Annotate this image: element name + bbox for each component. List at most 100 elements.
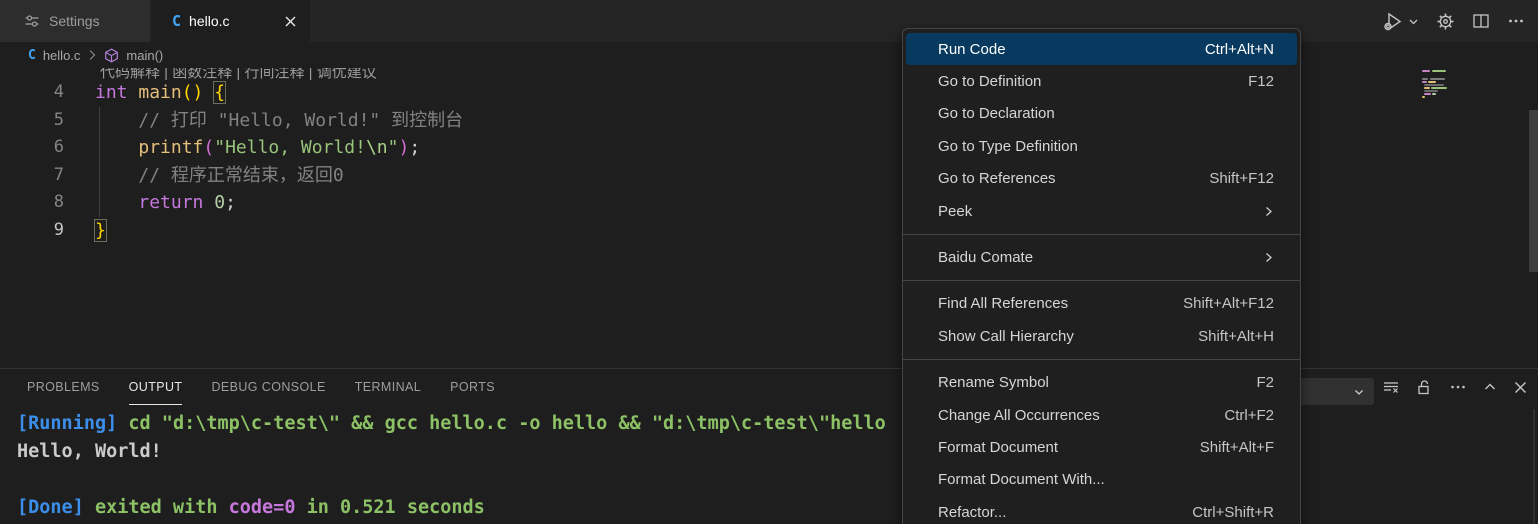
menu-item-label: Go to References [938, 170, 1056, 187]
output-console: [Running] cd "d:\tmp\c-test\" && gcc hel… [17, 410, 886, 522]
menu-item-find-all-references[interactable]: Find All References Shift+Alt+F12 [906, 288, 1297, 320]
vscode-window: Settings C hello.c [0, 0, 1538, 524]
unlock-icon[interactable] [1416, 379, 1433, 396]
panel-tab-problems[interactable]: PROBLEMS [27, 369, 100, 405]
menu-item-format-document-with[interactable]: Format Document With... [906, 464, 1297, 496]
output-line: Hello, World! [17, 438, 886, 466]
menu-item-shortcut: F12 [1248, 73, 1274, 90]
bottom-panel: PROBLEMS OUTPUT DEBUG CONSOLE TERMINAL PORTS [0, 368, 1538, 524]
menu-item-label: Run Code [938, 41, 1006, 58]
c-file-icon: C [28, 48, 36, 63]
editor-context-menu: Run CodeCtrl+Alt+NGo to DefinitionF12Go … [902, 28, 1301, 524]
more-actions-icon[interactable] [1449, 378, 1467, 396]
panel-scrollbar[interactable] [1533, 409, 1535, 524]
editor-action-bar [1382, 0, 1538, 42]
menu-item-shortcut: Shift+Alt+F [1200, 439, 1274, 456]
menu-item-label: Go to Type Definition [938, 138, 1078, 155]
output-line: [Done] exited with code=0 in 0.521 secon… [17, 494, 886, 522]
tune-icon [24, 13, 40, 29]
menu-item-go-to-declaration[interactable]: Go to Declaration [906, 98, 1297, 130]
menu-item-label: Baidu Comate [938, 249, 1033, 266]
menu-item-go-to-type-definition[interactable]: Go to Type Definition [906, 130, 1297, 162]
editor-scrollbar[interactable] [1529, 110, 1538, 272]
breadcrumb-file[interactable]: hello.c [43, 48, 81, 63]
menu-item-label: Refactor... [938, 504, 1006, 521]
line-number: 5 [0, 107, 64, 135]
menu-item-shortcut: Ctrl+Alt+N [1205, 41, 1274, 58]
chevron-right-icon [1263, 252, 1274, 263]
run-code-icon [1382, 10, 1405, 33]
menu-item-rename-symbol[interactable]: Rename Symbol F2 [906, 367, 1297, 399]
menu-item-show-call-hierarchy[interactable]: Show Call Hierarchy Shift+Alt+H [906, 320, 1297, 352]
chevron-right-icon [87, 49, 97, 61]
clear-output-icon[interactable] [1382, 378, 1400, 396]
maximize-panel-icon[interactable] [1483, 380, 1497, 394]
close-panel-icon[interactable] [1513, 380, 1528, 395]
menu-item-go-to-definition[interactable]: Go to Definition F12 [906, 65, 1297, 97]
menu-item-run-code[interactable]: Run Code Ctrl+Alt+N [906, 33, 1297, 65]
menu-item-baidu-comate[interactable]: Baidu Comate [906, 241, 1297, 273]
menu-separator [903, 353, 1300, 367]
line-number: 9 [0, 217, 64, 245]
tab-settings-label: Settings [49, 13, 100, 29]
code-editor[interactable]: 代码解释 | 函数注释 | 行间注释 | 调优建议 4int main() {5… [0, 68, 1538, 368]
editor-tab-bar: Settings C hello.c [0, 0, 1538, 42]
panel-tab-output[interactable]: OUTPUT [129, 369, 183, 405]
menu-item-label: Change All Occurrences [938, 407, 1100, 424]
menu-item-label: Go to Definition [938, 73, 1041, 90]
chevron-right-icon [1263, 206, 1274, 217]
menu-item-shortcut: F2 [1256, 374, 1274, 391]
line-number: 4 [0, 79, 64, 107]
line-text: int main() { [64, 79, 225, 107]
menu-separator [903, 227, 1300, 241]
menu-item-shortcut: Shift+F12 [1209, 170, 1274, 187]
line-text: printf("Hello, World!\n"); [64, 134, 420, 162]
menu-item-shortcut: Ctrl+F2 [1224, 407, 1274, 424]
panel-tab-ports[interactable]: PORTS [450, 369, 495, 405]
tab-settings[interactable]: Settings [0, 0, 151, 42]
close-icon[interactable] [283, 14, 298, 29]
breadcrumb-symbol[interactable]: main() [126, 48, 163, 63]
menu-item-label: Rename Symbol [938, 374, 1049, 391]
output-channel-select[interactable] [1298, 378, 1374, 405]
tab-hello-c[interactable]: C hello.c [151, 0, 310, 42]
run-code-button[interactable] [1382, 10, 1419, 33]
menu-item-label: Go to Declaration [938, 105, 1055, 122]
output-line: [Running] cd "d:\tmp\c-test\" && gcc hel… [17, 410, 886, 438]
menu-item-shortcut: Shift+Alt+F12 [1183, 295, 1274, 312]
line-text: // 程序正常结束，返回0 [64, 162, 344, 190]
minimap[interactable] [1421, 68, 1463, 108]
line-number: 8 [0, 189, 64, 217]
line-text: } [64, 217, 106, 245]
menu-item-change-all-occurrences[interactable]: Change All Occurrences Ctrl+F2 [906, 399, 1297, 431]
panel-tab-debug-console[interactable]: DEBUG CONSOLE [211, 369, 325, 405]
menu-item-go-to-references[interactable]: Go to References Shift+F12 [906, 163, 1297, 195]
menu-separator [903, 274, 1300, 288]
output-line [17, 466, 886, 494]
menu-item-label: Find All References [938, 295, 1068, 312]
tab-hello-c-label: hello.c [189, 13, 229, 29]
menu-item-format-document[interactable]: Format Document Shift+Alt+F [906, 431, 1297, 463]
menu-item-peek[interactable]: Peek [906, 195, 1297, 227]
c-file-icon: C [172, 12, 181, 30]
menu-item-refactor[interactable]: Refactor... Ctrl+Shift+R [906, 496, 1297, 524]
symbol-method-icon [104, 48, 119, 63]
line-text: // 打印 "Hello, World!" 到控制台 [64, 107, 463, 135]
breadcrumb: C hello.c main() [0, 42, 1538, 68]
menu-item-shortcut: Shift+Alt+H [1198, 328, 1274, 345]
line-number: 6 [0, 134, 64, 162]
menu-item-label: Format Document [938, 439, 1058, 456]
menu-item-label: Format Document With... [938, 471, 1105, 488]
split-editor-icon[interactable] [1472, 12, 1490, 30]
panel-header: PROBLEMS OUTPUT DEBUG CONSOLE TERMINAL PORTS [0, 369, 1538, 405]
menu-item-shortcut: Ctrl+Shift+R [1192, 504, 1274, 521]
line-number: 7 [0, 162, 64, 190]
line-text: return 0; [64, 189, 236, 217]
panel-tab-terminal[interactable]: TERMINAL [355, 369, 421, 405]
menu-item-label: Show Call Hierarchy [938, 328, 1074, 345]
chevron-down-icon[interactable] [1408, 16, 1419, 27]
settings-gear-icon[interactable] [1436, 12, 1455, 31]
menu-item-label: Peek [938, 203, 972, 220]
panel-action-bar [1382, 369, 1528, 405]
more-actions-icon[interactable] [1507, 12, 1525, 30]
